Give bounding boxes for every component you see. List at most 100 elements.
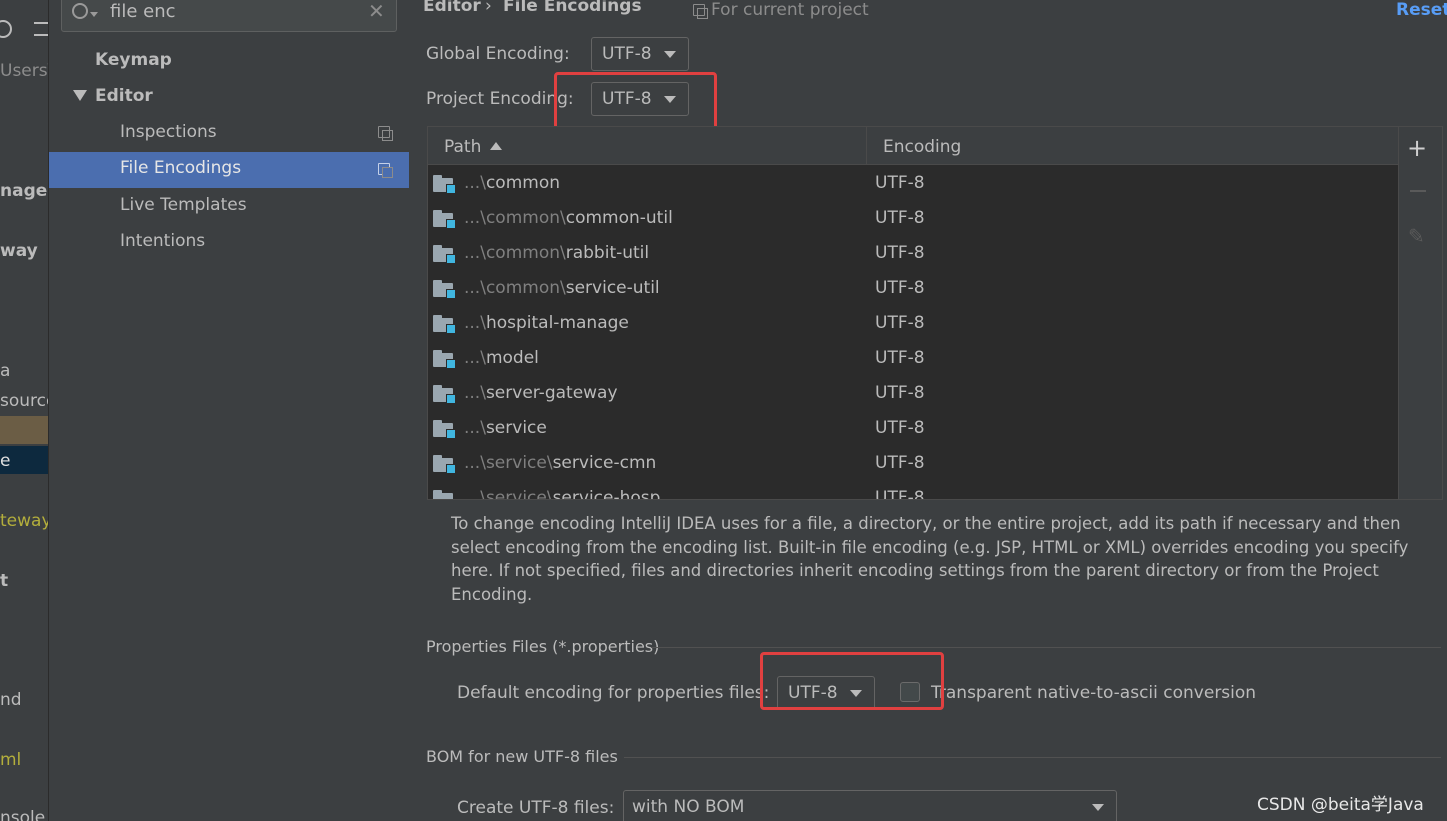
module-folder-icon	[433, 455, 456, 474]
tree-item-inspections[interactable]: Inspections	[120, 122, 217, 142]
table-row[interactable]: ...\model UTF-8	[428, 341, 1384, 376]
scope-note: For current project	[711, 0, 869, 20]
row-path: ...\common\service-util	[464, 278, 660, 298]
transparent-conversion-label[interactable]: Transparent native-to-ascii conversion	[931, 683, 1256, 703]
clear-search-icon[interactable]: ✕	[368, 0, 385, 23]
module-folder-icon	[433, 210, 456, 229]
expand-triangle-icon[interactable]	[73, 90, 87, 101]
tree-item-file-encodings[interactable]: File Encodings	[120, 158, 241, 178]
settings-tree-panel: file enc ✕ Keymap Editor Inspections Fil…	[48, 0, 409, 821]
path-parent: service\	[485, 488, 553, 500]
column-header-path[interactable]: Path	[444, 137, 481, 157]
row-path: ...\common	[464, 173, 560, 193]
row-encoding[interactable]: UTF-8	[875, 348, 925, 368]
path-prefix: ...\	[464, 348, 486, 368]
bom-section-title: BOM for new UTF-8 files	[426, 747, 618, 766]
strip-text-3: way	[0, 241, 38, 261]
minus-icon[interactable]	[1410, 190, 1426, 192]
project-scope-icon	[693, 4, 708, 19]
path-name: hospital-manage	[485, 313, 629, 333]
strip-text-9: nd	[0, 690, 22, 710]
row-encoding[interactable]: UTF-8	[875, 453, 925, 473]
path-name: model	[485, 348, 539, 368]
module-folder-icon	[433, 280, 456, 299]
module-folder-icon	[433, 175, 456, 194]
row-encoding[interactable]: UTF-8	[875, 418, 925, 438]
path-parent: common\	[485, 208, 566, 228]
row-encoding[interactable]: UTF-8	[875, 383, 925, 403]
row-path: ...\service	[464, 418, 547, 438]
table-row[interactable]: ...\common\service-util UTF-8	[428, 271, 1384, 306]
row-encoding[interactable]: UTF-8	[875, 173, 925, 193]
pencil-icon[interactable]: ✎	[1408, 224, 1425, 248]
row-path: ...\service\service-cmn	[464, 453, 656, 473]
strip-highlight-row	[0, 416, 48, 444]
table-row[interactable]: ...\service UTF-8	[428, 411, 1384, 446]
breadcrumb-current: File Encodings	[503, 0, 642, 16]
table-row[interactable]: ...\service\service-hosp UTF-8	[428, 481, 1384, 500]
collapse-icon[interactable]	[34, 22, 48, 36]
breadcrumb-separator: ›	[485, 0, 492, 16]
column-divider[interactable]	[866, 127, 867, 165]
module-folder-icon	[433, 315, 456, 334]
tree-item-live-templates[interactable]: Live Templates	[120, 195, 247, 215]
strip-text-1: Users\	[0, 61, 48, 81]
row-encoding[interactable]: UTF-8	[875, 278, 925, 298]
path-prefix: ...\	[464, 278, 486, 298]
reset-link[interactable]: Reset	[1396, 0, 1447, 20]
row-encoding[interactable]: UTF-8	[875, 243, 925, 263]
path-name: service-hosp	[552, 488, 661, 500]
crosshair-icon[interactable]	[0, 20, 12, 38]
properties-section-title: Properties Files (*.properties)	[426, 637, 660, 656]
global-encoding-select[interactable]: UTF-8	[591, 37, 689, 71]
table-row[interactable]: ...\common\common-util UTF-8	[428, 201, 1384, 236]
project-scope-icon	[378, 126, 393, 141]
global-encoding-label: Global Encoding:	[426, 44, 570, 64]
row-path: ...\common\common-util	[464, 208, 673, 228]
table-row[interactable]: ...\common\rabbit-util UTF-8	[428, 236, 1384, 271]
path-name: service-cmn	[552, 453, 657, 473]
project-panel-strip: Users\ nage way a source e teway. t nd m…	[0, 0, 48, 821]
row-path: ...\server-gateway	[464, 383, 618, 403]
path-prefix: ...\	[464, 313, 486, 333]
properties-default-label: Default encoding for properties files:	[457, 683, 770, 703]
row-encoding[interactable]: UTF-8	[875, 488, 925, 499]
tree-item-keymap[interactable]: Keymap	[95, 50, 172, 70]
table-row[interactable]: ...\server-gateway UTF-8	[428, 376, 1384, 411]
path-name: common	[485, 173, 560, 193]
path-prefix: ...\	[464, 243, 486, 263]
search-history-chevron-icon[interactable]	[90, 12, 98, 17]
plus-icon[interactable]: +	[1407, 134, 1427, 162]
row-encoding[interactable]: UTF-8	[875, 313, 925, 333]
row-path: ...\hospital-manage	[464, 313, 629, 333]
annotation-highlight-box	[554, 72, 717, 130]
path-parent: common\	[485, 278, 566, 298]
row-path: ...\common\rabbit-util	[464, 243, 649, 263]
path-name: server-gateway	[485, 383, 618, 403]
path-name: rabbit-util	[565, 243, 650, 263]
row-path: ...\model	[464, 348, 539, 368]
table-row[interactable]: ...\common UTF-8	[428, 166, 1384, 201]
watermark: CSDN @beita学Java	[1257, 795, 1424, 815]
section-divider	[651, 647, 1441, 648]
strip-text-5: source	[0, 391, 48, 411]
row-encoding[interactable]: UTF-8	[875, 208, 925, 228]
dropdown-arrow-icon	[1092, 804, 1104, 811]
path-prefix: ...\	[464, 173, 486, 193]
sort-ascending-icon	[490, 142, 502, 150]
bom-create-label: Create UTF-8 files:	[457, 798, 615, 818]
table-row[interactable]: ...\service\service-cmn UTF-8	[428, 446, 1384, 481]
strip-text-4: a	[0, 361, 11, 381]
breadcrumb-parent[interactable]: Editor	[423, 0, 481, 16]
strip-text-6: e	[0, 451, 11, 471]
settings-search-input[interactable]: file enc ✕	[61, 0, 397, 32]
path-prefix: ...\	[464, 418, 486, 438]
table-toolbar	[1399, 126, 1443, 500]
strip-text-7: teway.	[0, 511, 48, 531]
column-header-encoding[interactable]: Encoding	[883, 137, 961, 157]
tree-item-editor[interactable]: Editor	[95, 86, 153, 106]
table-row[interactable]: ...\hospital-manage UTF-8	[428, 306, 1384, 341]
bom-create-select[interactable]: with NO BOM	[623, 790, 1117, 821]
tree-item-intentions[interactable]: Intentions	[120, 231, 205, 251]
path-parent: service\	[485, 453, 553, 473]
